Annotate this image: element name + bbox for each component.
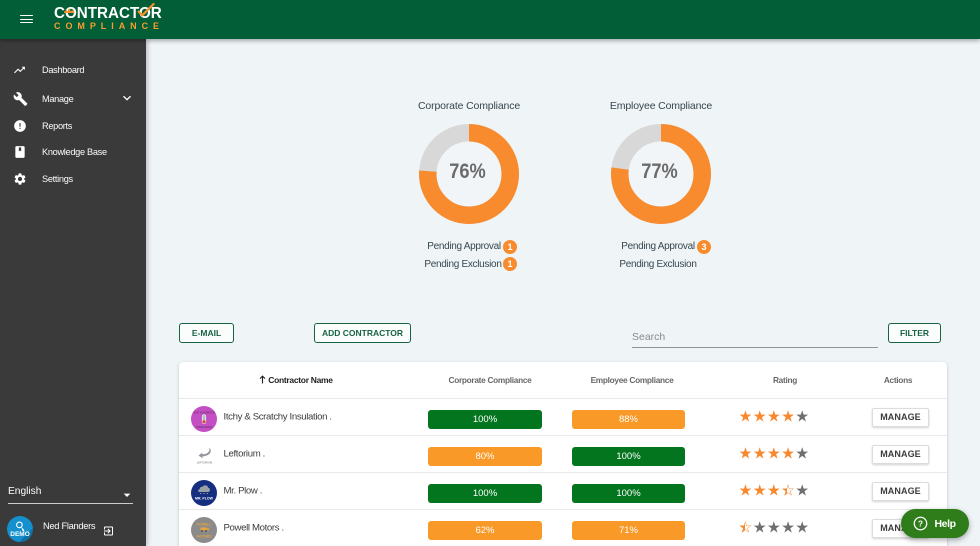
svg-text:MOTORS: MOTORS (196, 535, 212, 539)
svg-text:POWELL: POWELL (196, 523, 211, 527)
svg-text:ITCHY & SCRATCHY: ITCHY & SCRATCHY (191, 411, 216, 415)
svg-text:INSULATION: INSULATION (196, 425, 211, 429)
svg-text:MR. PLOW: MR. PLOW (195, 496, 214, 500)
svg-text:LEFTORIUM: LEFTORIUM (196, 461, 212, 465)
svg-text:76%: 76% (449, 160, 486, 183)
svg-text:77%: 77% (641, 160, 678, 183)
svg-text:?: ? (918, 519, 923, 528)
